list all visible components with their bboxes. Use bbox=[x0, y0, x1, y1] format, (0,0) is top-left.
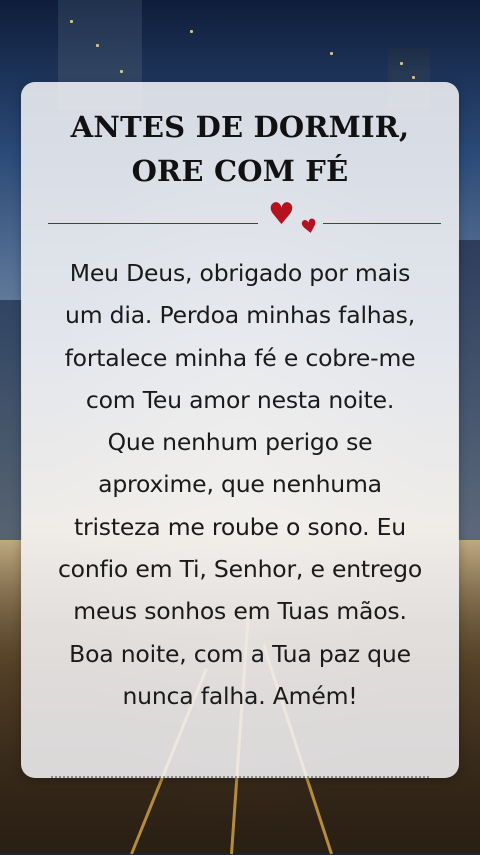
heart-icon: ♥ bbox=[268, 197, 295, 232]
window-light bbox=[70, 20, 73, 23]
window-light bbox=[400, 62, 403, 65]
prayer-text: Meu Deus, obrigado por mais um dia. Perd… bbox=[21, 252, 459, 717]
window-light bbox=[120, 70, 123, 73]
building bbox=[0, 300, 22, 540]
prayer-card: ANTES DE DORMIR, ORE COM FÉ ♥ ♥ Meu Deus… bbox=[21, 82, 459, 778]
prayer-line: Meu Deus, obrigado por mais bbox=[69, 259, 411, 287]
prayer-line: aproxime, que nenhuma bbox=[98, 470, 382, 499]
prayer-line: confio em Ti, Senhor, e entrego bbox=[57, 555, 423, 584]
prayer-line: Boa noite, com a Tua paz que bbox=[69, 639, 411, 668]
prayer-line: Que nenhum perigo se bbox=[107, 428, 373, 457]
prayer-line: um dia. Perdoa minhas falhas, bbox=[65, 301, 415, 330]
divider-line-right bbox=[323, 223, 441, 224]
window-light bbox=[412, 76, 415, 79]
prayer-line: com Teu amor nesta noite. bbox=[85, 385, 395, 414]
star-light bbox=[330, 52, 333, 55]
prayer-line: nunca falha. Amém! bbox=[122, 681, 358, 710]
card-title-line-1: ANTES DE DORMIR, bbox=[70, 110, 410, 144]
prayer-line: tristeza me roube o sono. Eu bbox=[73, 512, 407, 541]
dotted-border bbox=[51, 776, 429, 778]
divider-line-left bbox=[48, 223, 258, 224]
heart-icon: ♥ bbox=[298, 214, 321, 240]
prayer-line: fortalece minha fé e cobre-me bbox=[64, 343, 416, 372]
window-light bbox=[96, 44, 99, 47]
prayer-line: meus sonhos em Tuas mãos. bbox=[73, 597, 407, 626]
star-light bbox=[190, 30, 193, 33]
building bbox=[458, 240, 480, 540]
card-title-line-2: ORE COM FÉ bbox=[131, 154, 349, 188]
